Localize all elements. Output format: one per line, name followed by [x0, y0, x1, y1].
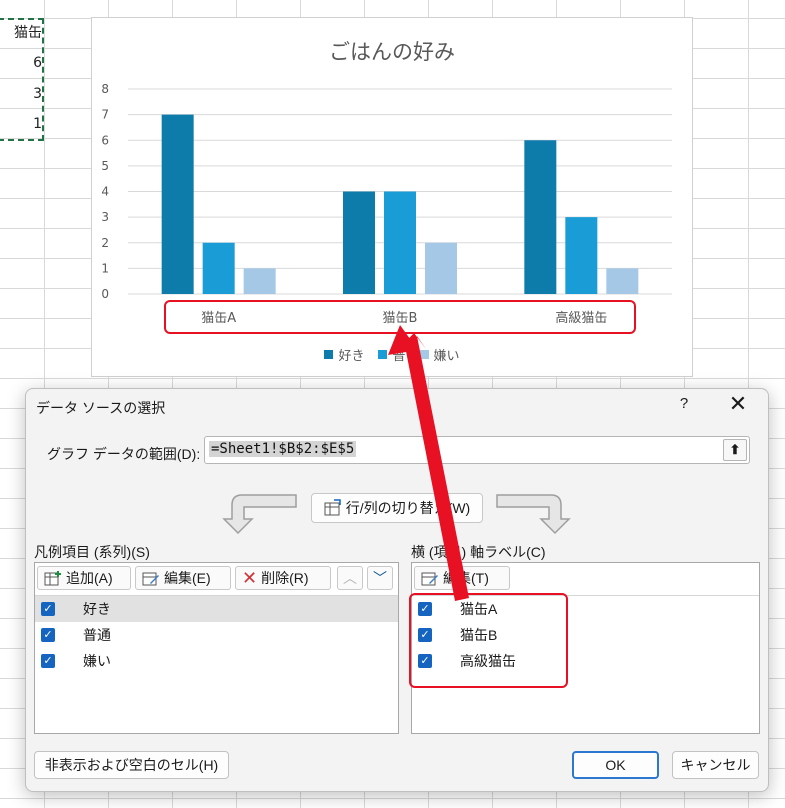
- add-series-button[interactable]: 追加(A): [37, 566, 131, 590]
- y-tick-label: 0: [101, 287, 109, 301]
- bar[interactable]: [606, 268, 639, 294]
- delete-series-button[interactable]: ✕ 削除(R): [235, 566, 331, 590]
- y-tick-label: 6: [101, 133, 109, 147]
- bar[interactable]: [425, 242, 457, 294]
- switch-row-column-button[interactable]: 行/列の切り替え(W): [311, 493, 483, 523]
- ok-button[interactable]: OK: [572, 751, 659, 779]
- list-item[interactable]: ✓ 高級猫缶: [412, 648, 759, 674]
- hidden-empty-cells-button[interactable]: 非表示および空白のセル(H): [34, 751, 229, 779]
- select-data-source-dialog: データ ソースの選択 ? ✕ グラフ データの範囲(D): =Sheet1!$B…: [25, 388, 769, 792]
- bar[interactable]: [565, 217, 598, 294]
- chart-legend: 好き 普 嫌い: [92, 345, 692, 364]
- axis-label-item: 高級猫缶: [460, 653, 516, 669]
- checkbox-checked-icon[interactable]: ✓: [418, 654, 432, 668]
- legend-item: 普: [378, 345, 406, 364]
- add-icon: [44, 571, 61, 586]
- list-item[interactable]: ✓ 猫缶A: [412, 596, 759, 622]
- axis-label-item: 猫缶B: [460, 627, 498, 643]
- y-tick-label: 2: [101, 236, 109, 250]
- x-tick-label: 高級猫缶: [555, 310, 607, 326]
- data-cell[interactable]: 6: [0, 49, 44, 77]
- list-item[interactable]: ✓ 普通: [35, 622, 398, 648]
- legend-label: 嫌い: [433, 349, 460, 364]
- range-input[interactable]: =Sheet1!$B$2:$E$5 ⬆: [204, 436, 750, 464]
- x-tick-label: 猫缶A: [201, 311, 236, 326]
- y-tick-label: 8: [101, 82, 109, 96]
- edit-axis-labels-label: 編集(T): [443, 570, 489, 586]
- checkbox-checked-icon[interactable]: ✓: [418, 602, 432, 616]
- y-tick-label: 4: [101, 185, 109, 199]
- list-item[interactable]: ✓ 嫌い: [35, 648, 398, 674]
- edit-icon: [142, 572, 159, 586]
- y-tick-label: 5: [101, 159, 109, 173]
- move-up-button[interactable]: ︿: [337, 566, 363, 590]
- checkbox-checked-icon[interactable]: ✓: [41, 654, 55, 668]
- series-name: 嫌い: [83, 653, 111, 669]
- legend-item: 好き: [324, 345, 364, 364]
- help-button[interactable]: ?: [674, 395, 694, 412]
- edit-series-label: 編集(E): [164, 570, 211, 586]
- add-series-label: 追加(A): [66, 570, 113, 586]
- axis-labels-panel: 編集(T) ✓ 猫缶A ✓ 猫缶B ✓ 高級猫缶: [411, 562, 760, 734]
- legend-swatch: [324, 350, 334, 359]
- chart[interactable]: ごはんの好み 0 1 2 3 4 5 6 7 8 猫缶A 猫缶B 高級猫缶 好き 普 嫌い: [91, 17, 693, 377]
- bar[interactable]: [524, 140, 557, 294]
- curved-arrow-right-icon: [496, 494, 571, 535]
- delete-series-label: 削除(R): [261, 570, 309, 586]
- cancel-button[interactable]: キャンセル: [672, 751, 759, 779]
- curved-arrow-left-icon: [222, 494, 297, 535]
- switch-row-column-icon: [324, 499, 341, 516]
- bar[interactable]: [243, 268, 276, 294]
- bar[interactable]: [343, 191, 375, 295]
- y-tick-label: 1: [101, 261, 109, 275]
- list-item[interactable]: ✓ 猫缶B: [412, 622, 759, 648]
- chevron-up-icon: ︿: [343, 570, 357, 586]
- legend-label: 普: [392, 349, 406, 364]
- chart-plot: 0 1 2 3 4 5 6 7 8 猫缶A 猫缶B 高級猫缶: [101, 82, 672, 326]
- legend-swatch: [378, 350, 388, 359]
- y-tick-label: 3: [101, 210, 109, 224]
- y-tick-label: 7: [101, 108, 109, 122]
- data-cell[interactable]: 3: [0, 80, 44, 108]
- bar[interactable]: [384, 191, 416, 295]
- checkbox-checked-icon[interactable]: ✓: [41, 628, 55, 642]
- axis-label-item: 猫缶A: [460, 601, 498, 617]
- edit-series-button[interactable]: 編集(E): [135, 566, 231, 590]
- checkbox-checked-icon[interactable]: ✓: [41, 602, 55, 616]
- axis-toolbar: 編集(T): [412, 563, 759, 596]
- delete-icon: ✕: [242, 567, 258, 588]
- legend-label: 好き: [338, 349, 365, 364]
- axis-labels-label: 横 (項目) 軸ラベル(C): [411, 544, 546, 560]
- legend-item: 嫌い: [419, 345, 460, 364]
- range-label: グラフ データの範囲(D):: [47, 446, 201, 462]
- legend-entries-panel: 追加(A) 編集(E) ✕ 削除(R) ︿ ﹀ ✓ 好き ✓ 普通 ✓ 嫌い: [34, 562, 399, 734]
- move-down-button[interactable]: ﹀: [367, 566, 393, 590]
- header-cell[interactable]: 猫缶: [0, 19, 44, 47]
- series-name: 好き: [83, 601, 111, 617]
- data-cell[interactable]: 1: [0, 110, 44, 138]
- chevron-down-icon: ﹀: [373, 570, 387, 586]
- legend-toolbar: 追加(A) 編集(E) ✕ 削除(R) ︿ ﹀: [35, 563, 398, 596]
- x-tick-label: 猫缶B: [383, 311, 418, 326]
- legend-swatch: [419, 350, 429, 359]
- series-name: 普通: [83, 627, 111, 643]
- range-value[interactable]: =Sheet1!$B$2:$E$5: [209, 441, 357, 457]
- dialog-title: データ ソースの選択: [36, 400, 166, 416]
- legend-entries-label: 凡例項目 (系列)(S): [34, 544, 150, 560]
- list-item[interactable]: ✓ 好き: [35, 596, 398, 622]
- bar[interactable]: [202, 242, 235, 294]
- bar[interactable]: [161, 114, 194, 294]
- checkbox-checked-icon[interactable]: ✓: [418, 628, 432, 642]
- close-icon[interactable]: ✕: [726, 393, 750, 417]
- collapse-dialog-icon[interactable]: ⬆: [723, 439, 747, 461]
- edit-axis-labels-button[interactable]: 編集(T): [414, 566, 510, 590]
- switch-row-column-label: 行/列の切り替え(W): [345, 500, 471, 516]
- edit-icon: [421, 572, 438, 586]
